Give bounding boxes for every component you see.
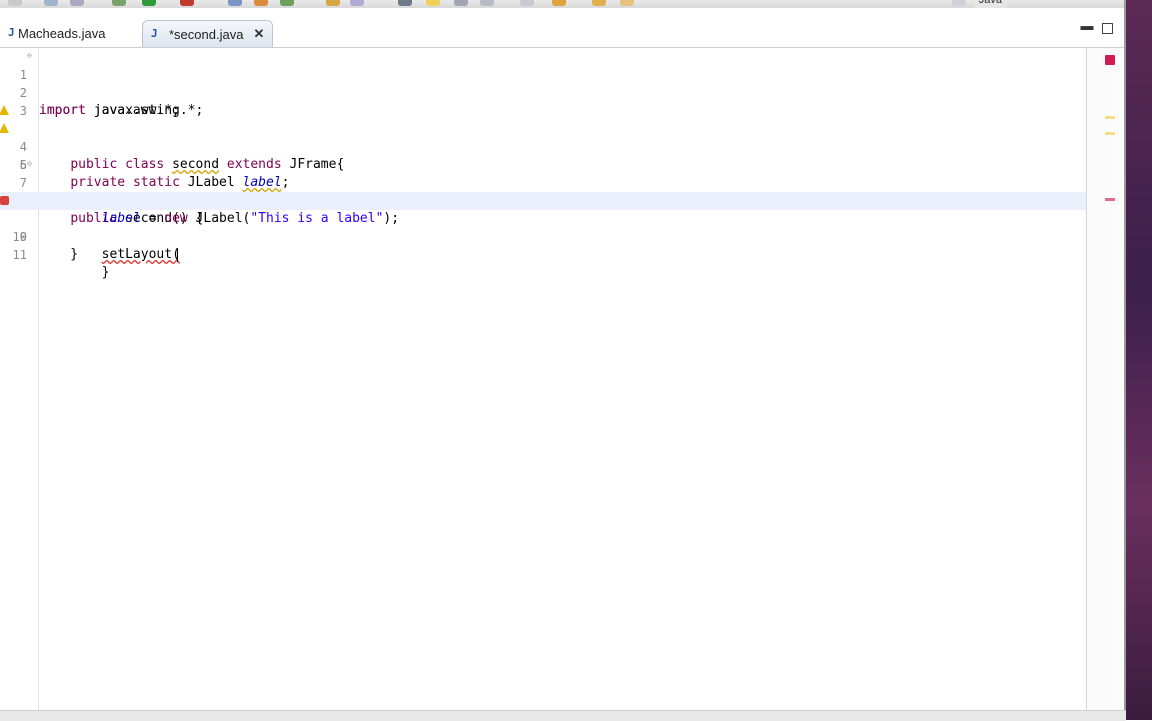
code-text: } [39,265,110,280]
new-interface-icon[interactable] [280,0,294,6]
error-icon[interactable] [0,196,9,205]
toggle-mark-icon[interactable] [454,0,468,6]
code-line: 7 ⊖ public second() { [0,156,1086,227]
forward-icon[interactable] [620,0,634,6]
code-text: } [39,247,79,262]
code-line: 1 ⊖ import javax.swing.*; [0,48,1086,119]
external-tools-icon[interactable] [180,0,194,6]
java-file-icon: J [151,27,158,40]
new-package-icon[interactable] [228,0,242,6]
open-perspective-icon[interactable] [952,0,966,6]
warning-marker[interactable] [1105,116,1115,119]
code-line: 6 [0,138,1086,172]
code-line: 10 } [0,210,1086,262]
save-icon[interactable] [44,0,58,6]
pin-icon[interactable] [520,0,534,6]
back-icon[interactable] [592,0,606,6]
warning-marker[interactable] [1105,132,1115,135]
status-bar [0,710,1126,721]
code-line: 3 [0,84,1086,118]
open-type-icon[interactable] [326,0,340,6]
code-line: 2 import java.awt.*; [0,66,1086,118]
java-perspective-button[interactable]: Java [972,0,1008,8]
tab-label: *second.java [169,26,244,42]
current-code-line: 9 setLayout( [0,192,1086,262]
text-caret [176,247,178,262]
fold-collapse-icon[interactable]: ⊖ [27,52,35,60]
warning-icon[interactable] [0,123,9,133]
java-file-icon: J [8,26,15,39]
code-line: 4 public class second extends JFrame{ [0,102,1086,172]
print-icon[interactable] [70,0,84,6]
search-icon[interactable] [350,0,364,6]
minimize-editor-button[interactable]: ▬ [1080,19,1094,33]
code-line: 11 } [0,228,1086,280]
main-toolbar: Java [0,0,1126,8]
warning-icon[interactable] [0,105,9,115]
line-number: 11 [12,248,27,262]
maximize-editor-button[interactable] [1102,23,1113,34]
tab-macheads-java[interactable]: J Macheads.java [0,20,113,46]
error-summary-icon[interactable] [1105,55,1115,65]
highlight-icon[interactable] [426,0,440,6]
next-annotation-icon[interactable] [398,0,412,6]
last-edit-icon[interactable] [552,0,566,6]
desktop-background [1126,0,1152,720]
editor-tab-bar: J Macheads.java J *second.java ✕ ▬ [0,15,1124,48]
fold-collapse-icon[interactable]: ⊖ [27,160,35,168]
overview-ruler[interactable] [1086,48,1119,714]
debug-icon[interactable] [112,0,126,6]
code-line: 8 label = new JLabel("This is a label"); [0,174,1086,226]
tab-second-java[interactable]: J *second.java ✕ [142,20,274,47]
error-marker[interactable] [1105,198,1115,201]
close-tab-icon[interactable]: ✕ [253,26,264,42]
new-class-icon[interactable] [254,0,268,6]
run-icon[interactable] [142,0,156,6]
block-selection-icon[interactable] [480,0,494,6]
new-icon[interactable] [8,0,22,6]
code-line: 5 private static JLabel label; [0,120,1086,190]
code-editor[interactable]: 1 ⊖ import javax.swing.*; 2 import java.… [0,48,1086,710]
tab-label: Macheads.java [18,25,106,41]
